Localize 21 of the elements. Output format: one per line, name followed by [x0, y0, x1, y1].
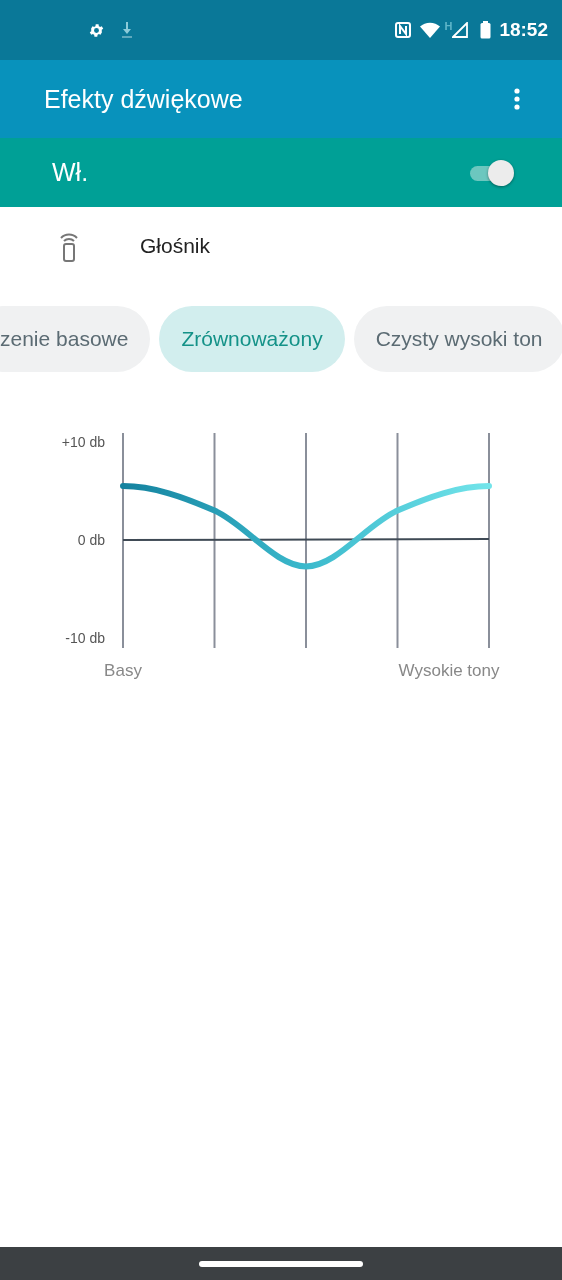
signal-icon: [452, 22, 469, 38]
preset-chip[interactable]: Czysty wysoki ton: [353, 306, 562, 372]
settings-icon: [88, 21, 105, 39]
screen-title: Efekty dźwiękowe: [44, 84, 244, 114]
y-axis-label: +10 db: [61, 434, 105, 450]
preset-chip[interactable]: Zrównoważony: [159, 306, 345, 372]
switch-label: Wł.: [52, 158, 90, 187]
y-axis-label: 0 db: [77, 532, 105, 548]
wifi-icon: [420, 22, 441, 38]
toggle-switch[interactable]: [468, 158, 514, 187]
device-name[interactable]: Głośnik: [140, 234, 211, 258]
download-icon: [121, 21, 133, 39]
preset-chip[interactable]: zenie basowe: [0, 306, 151, 372]
nfc-icon: [395, 22, 412, 38]
x-axis-label: Wysokie tony: [398, 661, 500, 680]
y-axis-label: -10 db: [65, 630, 105, 646]
home-handle[interactable]: [199, 1260, 363, 1267]
clock: 18:52: [499, 19, 548, 41]
battery-icon: [480, 21, 492, 39]
x-axis-label: Basy: [104, 661, 142, 680]
network-type: H: [444, 20, 453, 32]
